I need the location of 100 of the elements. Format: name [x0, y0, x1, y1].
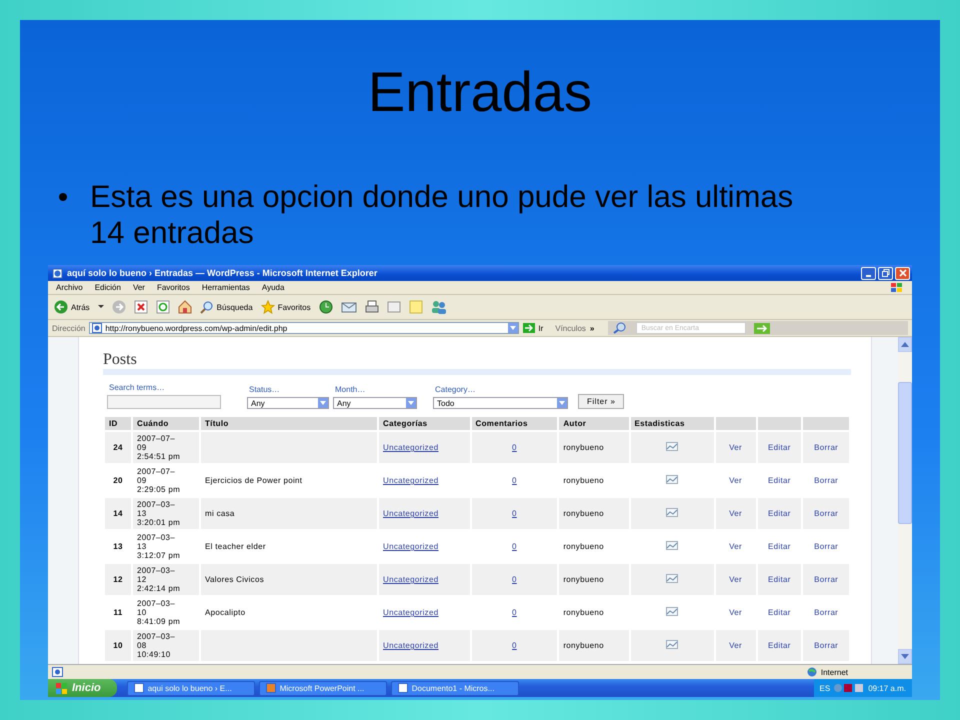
filter-label: Month…: [334, 385, 366, 394]
chart-icon[interactable]: [666, 442, 678, 451]
category-link[interactable]: Uncategorized: [383, 641, 438, 650]
action-link[interactable]: Ver: [729, 476, 742, 485]
taskbar-button[interactable]: Microsoft PowerPoint ...: [258, 680, 387, 696]
category-link[interactable]: Uncategorized: [383, 542, 438, 551]
history-icon[interactable]: [318, 300, 333, 314]
people-icon[interactable]: [430, 300, 447, 314]
comments-link[interactable]: 0: [512, 608, 517, 617]
filter-button[interactable]: Filter »: [578, 394, 624, 409]
tray-icon[interactable]: [834, 683, 864, 693]
menu-item[interactable]: Archivo: [56, 283, 83, 292]
caret-icon[interactable]: [98, 305, 104, 309]
close-button[interactable]: [895, 266, 910, 280]
chart-icon[interactable]: [666, 541, 678, 550]
table-cell-text: 13: [112, 541, 124, 553]
chart-icon[interactable]: [666, 640, 678, 649]
table-cell: Ejercicios de Power point: [205, 476, 302, 485]
mail-icon[interactable]: [340, 301, 357, 313]
filter-dropdown[interactable]: Any: [333, 397, 417, 409]
action-link[interactable]: Borrar: [814, 542, 838, 551]
restore-button[interactable]: [878, 266, 893, 280]
printer-icon[interactable]: [364, 300, 379, 314]
category-link[interactable]: Uncategorized: [383, 509, 438, 518]
comments-link[interactable]: 0: [512, 641, 517, 650]
action-link[interactable]: Editar: [768, 443, 791, 452]
go-button[interactable]: Ir: [523, 323, 544, 333]
action-link[interactable]: Borrar: [814, 443, 838, 452]
taskbar-button[interactable]: aqui solo lo bueno › E...: [126, 680, 255, 696]
scroll-up-icon[interactable]: [898, 337, 912, 352]
table-cell: mi casa: [205, 509, 235, 518]
action-link[interactable]: Editar: [768, 641, 791, 650]
arrow-right-icon[interactable]: [754, 322, 770, 334]
filter-dropdown[interactable]: Todo: [433, 397, 568, 409]
chart-icon[interactable]: [666, 574, 678, 583]
refresh-icon[interactable]: [156, 300, 170, 314]
clock: 09:17 a.m.: [868, 684, 906, 692]
action-link[interactable]: Borrar: [814, 608, 838, 617]
action-link[interactable]: Borrar: [814, 509, 838, 518]
back-button[interactable]: Atrás: [54, 300, 90, 314]
filter-dropdown[interactable]: Any: [247, 397, 329, 409]
minimize-button[interactable]: [861, 266, 876, 280]
page-icon: [92, 323, 102, 333]
action-link[interactable]: Borrar: [814, 641, 838, 650]
action-link[interactable]: Editar: [768, 476, 791, 485]
column-header: Autor: [559, 417, 628, 430]
chart-icon[interactable]: [666, 607, 678, 616]
search-terms-field[interactable]: [107, 395, 221, 409]
menu-item[interactable]: Favoritos: [156, 283, 190, 292]
action-link[interactable]: Borrar: [814, 476, 838, 485]
category-link[interactable]: Uncategorized: [383, 608, 438, 617]
app-icon: [398, 683, 408, 693]
comments-link[interactable]: 0: [512, 476, 517, 485]
search-button[interactable]: Búsqueda: [200, 300, 253, 314]
scroll-down-icon[interactable]: [898, 649, 912, 664]
chart-icon[interactable]: [666, 508, 678, 517]
restore-icon: [882, 269, 890, 277]
action-link[interactable]: Editar: [768, 608, 791, 617]
action-link[interactable]: Ver: [729, 509, 742, 518]
stop-icon[interactable]: [134, 300, 148, 314]
action-link[interactable]: Editar: [768, 575, 791, 584]
action-link[interactable]: Ver: [729, 542, 742, 551]
column-header: Categorías: [379, 417, 470, 430]
action-link[interactable]: Ver: [729, 575, 742, 584]
menu-item[interactable]: Herramientas: [202, 283, 250, 292]
app-icon: [134, 683, 144, 693]
action-link[interactable]: Ver: [729, 443, 742, 452]
address-field[interactable]: http://ronybueno.wordpress.com/wp-admin/edit.php: [89, 322, 520, 334]
action-link[interactable]: Ver: [729, 608, 742, 617]
window-title: aquí solo lo bueno › Entradas — WordPress - Microsoft Internet Explorer: [67, 268, 378, 278]
favorites-button[interactable]: Favoritos: [260, 300, 311, 314]
action-link[interactable]: Editar: [768, 509, 791, 518]
category-link[interactable]: Uncategorized: [383, 575, 438, 584]
menu-item[interactable]: Ver: [132, 283, 145, 292]
search-icon[interactable]: [612, 322, 628, 334]
taskbar-button[interactable]: Documento1 - Micros...: [390, 680, 519, 696]
category-link[interactable]: Uncategorized: [383, 443, 438, 452]
forward-icon[interactable]: [112, 300, 126, 314]
links-label[interactable]: Vínculos: [555, 324, 586, 332]
action-link[interactable]: Borrar: [814, 575, 838, 584]
table-cell: 12: [105, 564, 131, 595]
menu-item[interactable]: Ayuda: [262, 283, 284, 292]
comments-link[interactable]: 0: [512, 542, 517, 551]
scrollbar[interactable]: [898, 337, 912, 664]
comments-link[interactable]: 0: [512, 575, 517, 584]
action-link[interactable]: Editar: [768, 542, 791, 551]
home-icon[interactable]: [178, 300, 192, 314]
chart-icon[interactable]: [666, 475, 678, 484]
table-cell-text: 20: [112, 475, 124, 487]
table-cell: 2007–03– 12 2:42:14 pm: [137, 566, 180, 593]
menu-item[interactable]: Edición: [94, 283, 121, 292]
comments-link[interactable]: 0: [512, 443, 517, 452]
chevron[interactable]: »: [590, 324, 594, 332]
table-cell: ronybueno: [563, 575, 604, 584]
dropdown-arrow-icon[interactable]: [508, 323, 518, 333]
table-cell: 2007–07– 09 2:29:05 pm: [137, 467, 180, 494]
category-link[interactable]: Uncategorized: [383, 476, 438, 485]
dropdown-arrow-icon: [406, 398, 416, 408]
action-link[interactable]: Ver: [729, 641, 742, 650]
comments-link[interactable]: 0: [512, 509, 517, 518]
